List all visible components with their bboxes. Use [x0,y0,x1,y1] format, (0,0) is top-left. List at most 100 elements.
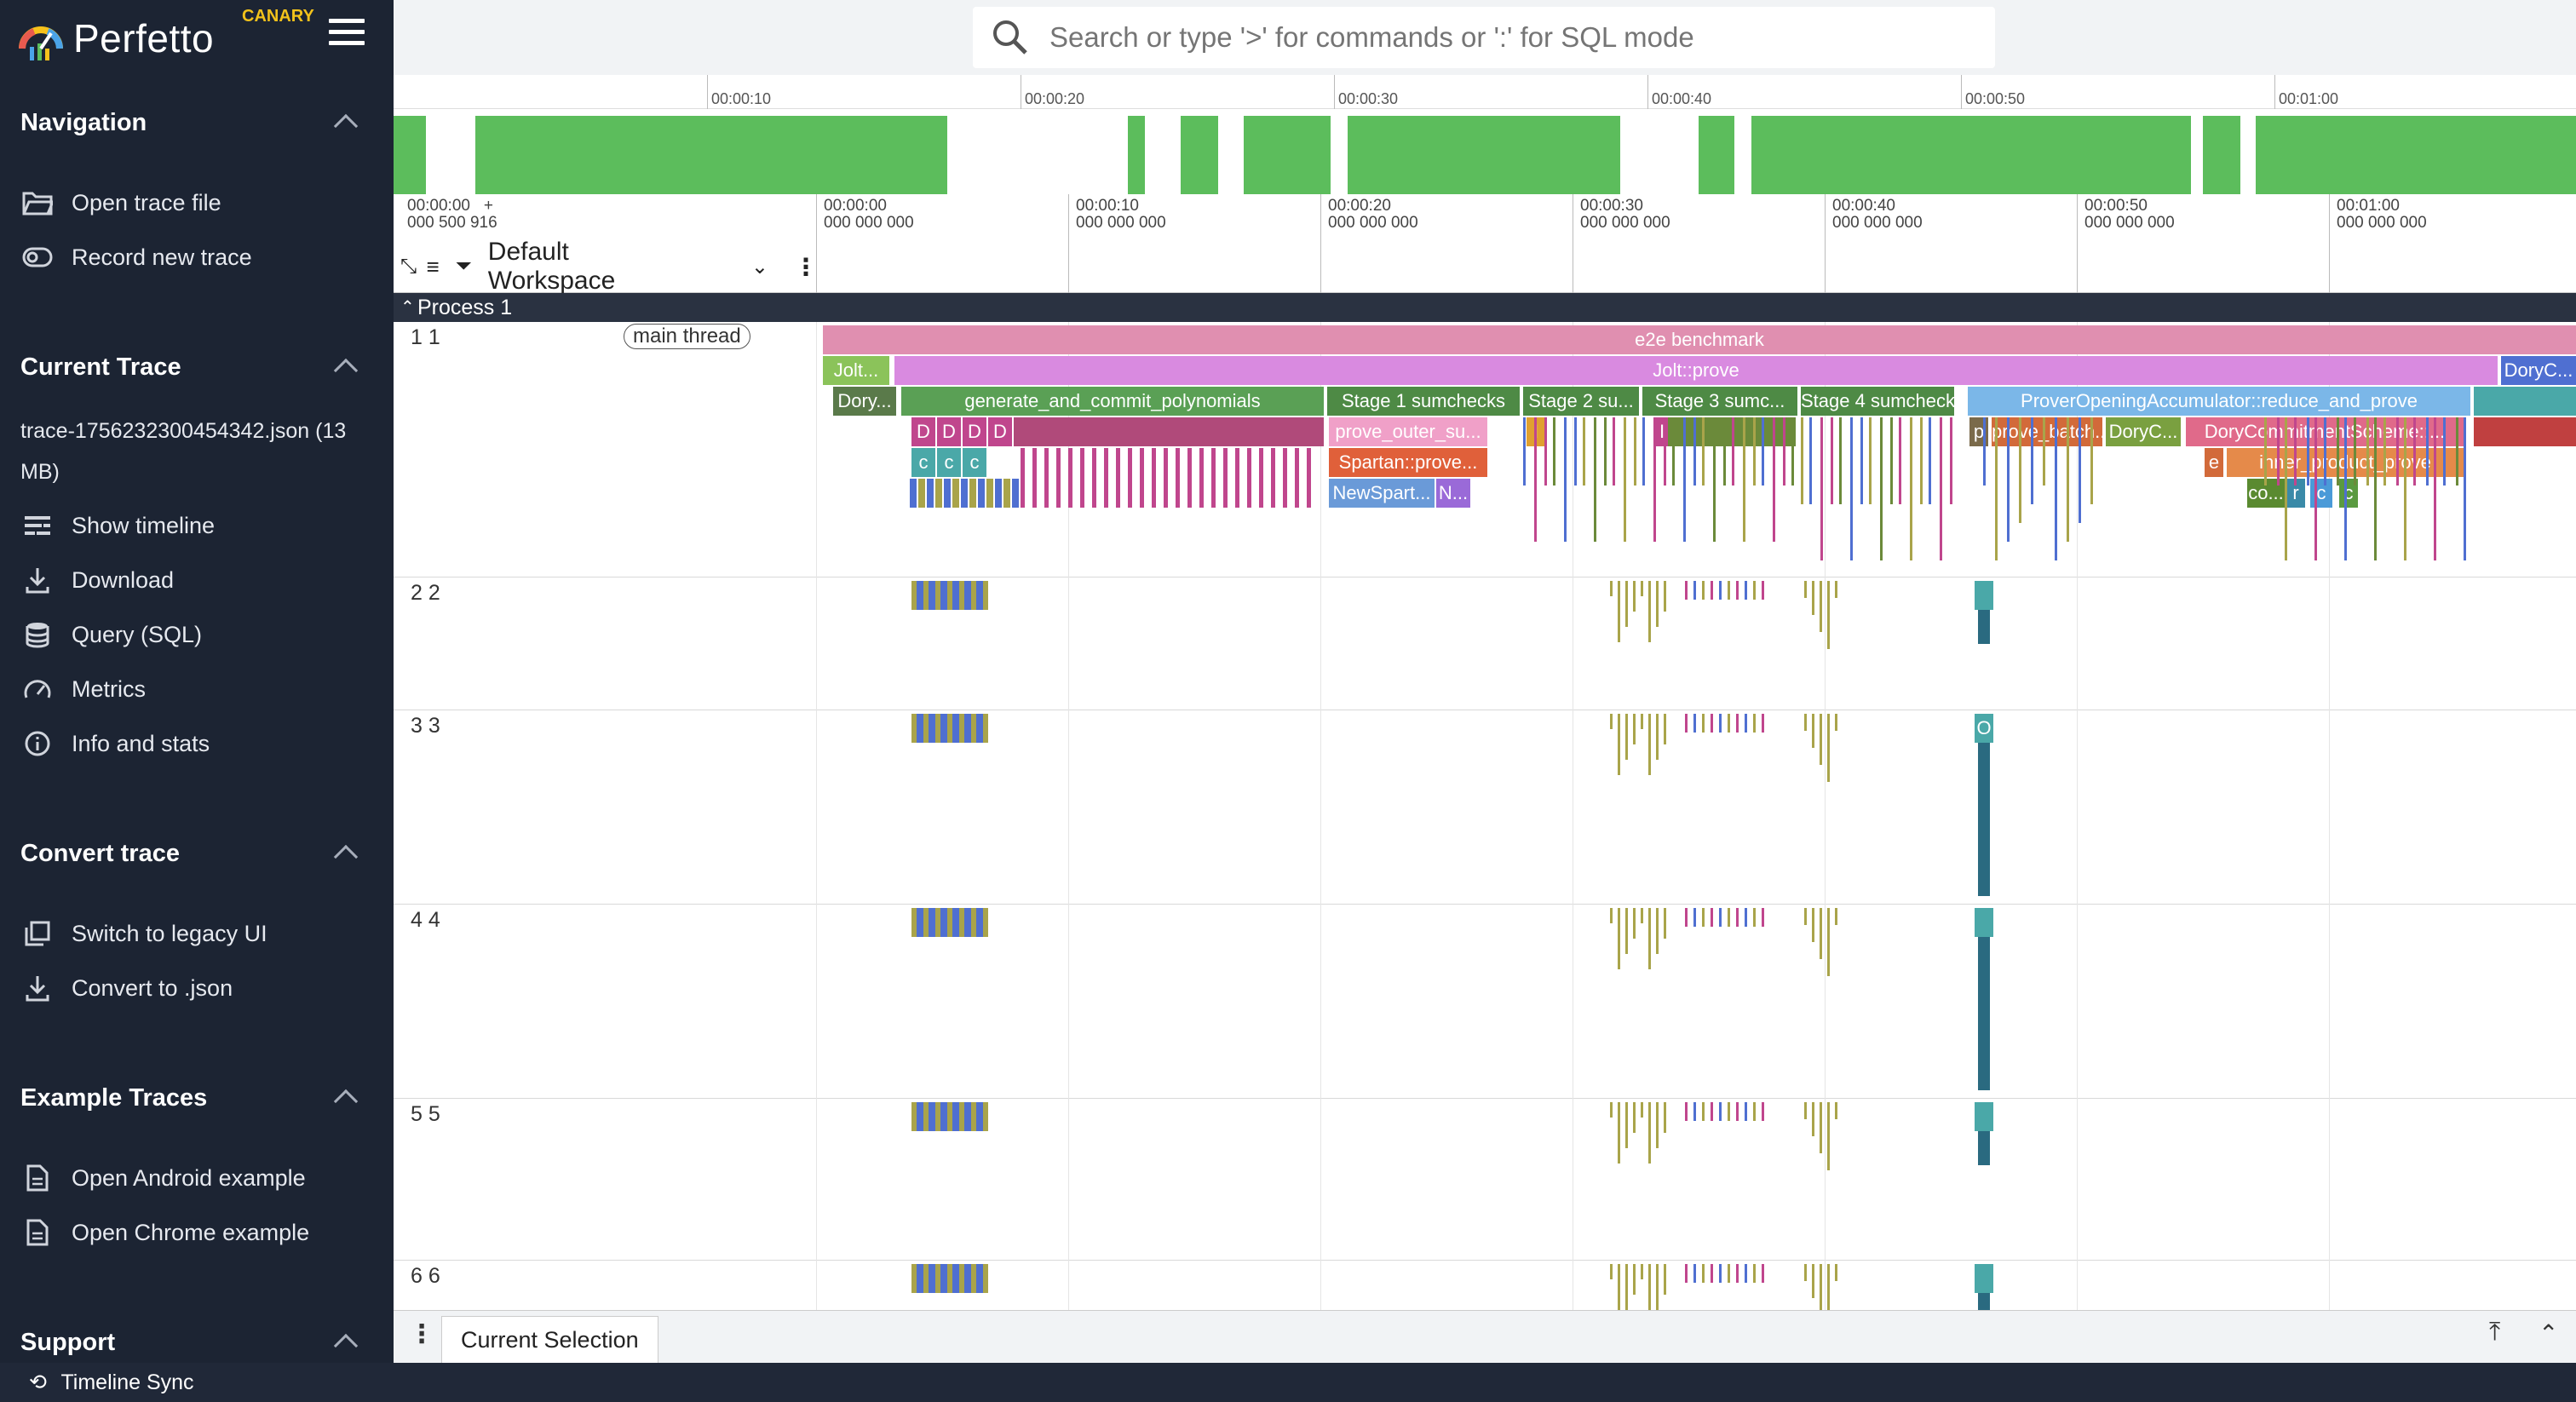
slice[interactable] [1702,1102,1705,1121]
slice[interactable]: D [963,417,986,446]
slice[interactable] [1975,1102,1993,1131]
metrics-item[interactable]: Metrics [20,668,146,710]
slice[interactable] [964,714,971,743]
slice[interactable] [1235,448,1239,508]
slice[interactable] [1910,417,1912,560]
open-android-example-item[interactable]: Open Android example [20,1157,306,1199]
sync-icon[interactable]: ⟲ [29,1370,47,1394]
slice[interactable] [964,581,971,610]
slice[interactable] [1702,417,1705,486]
slice[interactable] [2294,417,2297,486]
slice[interactable] [952,479,959,508]
slice[interactable]: Stage 4 sumchecks [1801,387,1954,416]
slice[interactable] [1544,417,1547,486]
slice[interactable] [1719,1102,1722,1121]
slice[interactable] [964,1264,971,1293]
slice[interactable] [1259,448,1263,508]
slice[interactable] [1604,417,1607,486]
slice[interactable] [2307,417,2309,486]
slice[interactable] [2314,417,2317,560]
slice[interactable] [1983,417,1986,486]
slice[interactable] [1820,1102,1822,1153]
slice[interactable]: c [911,448,935,477]
slice[interactable] [1613,417,1615,486]
slice[interactable] [1021,448,1025,508]
slice[interactable] [2019,417,2021,523]
hamburger-menu-icon[interactable] [329,19,365,48]
section-title-convert-trace[interactable]: Convert trace [20,840,180,868]
slice[interactable] [1920,417,1923,504]
slice[interactable] [1728,1102,1730,1121]
slice[interactable] [1783,417,1785,486]
slice[interactable] [1648,1264,1651,1310]
slice[interactable] [1732,417,1734,486]
slice[interactable] [1850,417,1853,560]
slice[interactable] [940,714,947,743]
slice[interactable] [2277,417,2280,486]
section-title-support[interactable]: Support [20,1329,115,1357]
open-chrome-example-item[interactable]: Open Chrome example [20,1211,309,1254]
slice[interactable] [1812,581,1814,615]
slice[interactable] [1860,417,1863,504]
slice[interactable] [1693,714,1696,733]
slice[interactable] [1187,448,1192,508]
slice[interactable] [1753,581,1756,600]
slice[interactable] [1610,1264,1613,1279]
slice[interactable] [1693,581,1696,600]
show-timeline-item[interactable]: Show timeline [20,504,215,547]
slice[interactable] [910,479,917,508]
slice[interactable] [1745,714,1747,733]
slice[interactable] [1835,1102,1837,1119]
slice[interactable] [964,908,971,937]
chevron-up-icon[interactable]: ⌃ [2539,1319,2558,1347]
slice[interactable] [2337,417,2339,486]
slice[interactable] [2456,417,2458,486]
slice[interactable] [1610,714,1613,729]
slice[interactable] [1820,417,1823,560]
slice[interactable] [917,1264,923,1293]
slice[interactable] [1664,908,1666,939]
slice[interactable] [1762,908,1764,927]
slice[interactable]: NewSpart... [1329,479,1435,508]
section-title-navigation[interactable]: Navigation [20,109,147,137]
slice[interactable] [1835,1264,1837,1281]
slice[interactable] [1080,448,1084,508]
slice[interactable] [1610,1102,1613,1118]
slice[interactable] [1247,448,1251,508]
slice[interactable] [1978,743,1990,896]
slice[interactable] [1728,908,1730,927]
slice[interactable] [1978,1293,1990,1310]
slice[interactable] [940,908,947,937]
slice[interactable] [1812,908,1814,942]
slice[interactable] [1745,581,1747,600]
slice[interactable] [2285,417,2287,560]
process-group-header[interactable]: ⌃ Process 1 [394,293,2576,322]
slice[interactable] [1711,1264,1713,1283]
slice[interactable] [1762,714,1764,733]
slice[interactable] [1839,417,1842,504]
slice[interactable] [1702,908,1705,927]
slice[interactable] [1092,448,1096,508]
pin-to-top-icon[interactable]: ⤒ [2489,1318,2500,1347]
chevron-up-icon[interactable] [333,844,359,870]
slice[interactable] [2090,417,2093,504]
info-stats-item[interactable]: Info and stats [20,722,210,765]
slice[interactable] [1736,581,1739,600]
tab-current-selection[interactable]: Current Selection [441,1316,658,1364]
slice[interactable] [1753,1102,1756,1121]
chevron-up-icon[interactable] [333,358,359,383]
slice[interactable] [1641,581,1643,596]
slice[interactable]: D [937,417,961,446]
slice[interactable] [1753,908,1756,927]
slice[interactable] [1633,1264,1636,1295]
slice[interactable] [952,908,959,937]
slice[interactable] [1641,1102,1643,1118]
slice[interactable] [1736,1264,1739,1283]
slice[interactable]: DoryC... [2106,417,2181,446]
slice[interactable] [940,1264,947,1293]
slice[interactable]: prove_outer_su... [1329,417,1487,446]
slice[interactable] [1223,448,1228,508]
slice[interactable] [1664,1264,1666,1295]
slice[interactable] [1728,1264,1730,1283]
slice[interactable] [2413,417,2416,486]
